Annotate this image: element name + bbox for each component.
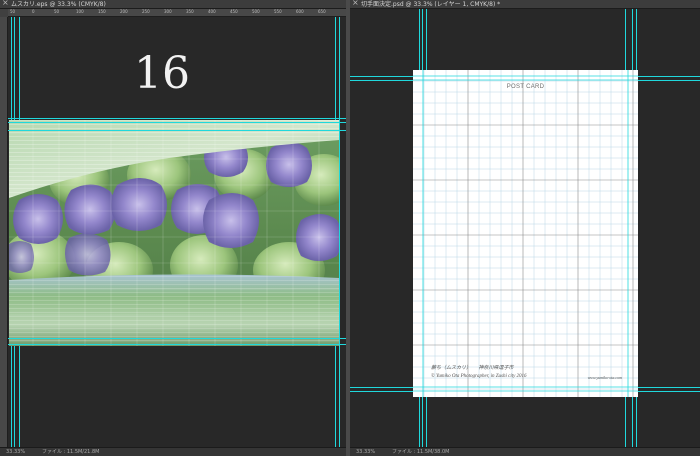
zoom-level[interactable]: 33.33% — [356, 448, 375, 456]
guide-horizontal[interactable] — [8, 118, 346, 119]
zoom-level[interactable]: 33.33% — [6, 448, 25, 456]
postcard-header: POST CARD — [506, 84, 545, 90]
ruler-tick-label: 50 — [54, 9, 60, 14]
ruler-tick-label: 600 — [296, 9, 304, 14]
ruler-tick-label: 350 — [186, 9, 194, 14]
muscari-photo — [9, 120, 339, 346]
ruler-tick-label: 550 — [274, 9, 282, 14]
document-tab-left[interactable]: × ムスカリ.eps @ 33.3% (CMYK/8) — [0, 0, 346, 9]
postcard-canvas[interactable]: POST CARD 蕨ち（ムスカリ） 神奈川県逗子市 © Yumiko Ota … — [413, 70, 638, 397]
photo-caption: 蕨ち（ムスカリ） 神奈川県逗子市 — [431, 366, 514, 371]
ruler-tick-label: 150 — [98, 9, 106, 14]
ruler-tick-label: 250 — [142, 9, 150, 14]
postcard-grid — [413, 70, 638, 397]
guide-horizontal[interactable] — [8, 122, 346, 123]
guide-horizontal[interactable] — [8, 130, 346, 131]
guide-horizontal[interactable] — [8, 344, 346, 345]
file-size-info[interactable]: ファイル : 11.5M/21.8M — [42, 448, 99, 456]
ruler-tick-label: 400 — [208, 9, 216, 14]
ruler-tick-label: 500 — [252, 9, 260, 14]
ruler-tick-label: 50 — [10, 9, 16, 14]
page-number: 16 — [134, 48, 190, 99]
document-tab-right[interactable]: × 切手面決定.psd @ 33.3% (レイヤー 1, CMYK/8) * — [350, 0, 700, 9]
ruler-tick-label: 100 — [76, 9, 84, 14]
file-size-info[interactable]: ファイル : 11.5M/38.0M — [392, 448, 449, 456]
status-bar: 33.33% ファイル : 11.5M/21.8M — [0, 447, 346, 456]
vertical-ruler[interactable] — [0, 17, 8, 447]
copyright-line: © Yumiko Ota Photographer, in Zushi city… — [431, 374, 527, 379]
close-tab-icon[interactable]: × — [352, 0, 359, 7]
ruler-tick-label: 0 — [32, 9, 35, 14]
document-tab-title[interactable]: ムスカリ.eps @ 33.3% (CMYK/8) — [11, 0, 106, 9]
ruler-tick-label: 300 — [164, 9, 172, 14]
guide-vertical[interactable] — [339, 17, 340, 447]
document-tab-title[interactable]: 切手面決定.psd @ 33.3% (レイヤー 1, CMYK/8) * — [361, 0, 500, 9]
document-window-left[interactable]: × ムスカリ.eps @ 33.3% (CMYK/8) 50 0 50 100 150 2… — [0, 0, 346, 456]
website-url: www.yumiko-ota.com — [587, 375, 622, 380]
ruler-tick-label: 200 — [120, 9, 128, 14]
ruler-tick-label: 650 — [318, 9, 326, 14]
close-tab-icon[interactable]: × — [2, 0, 9, 7]
status-bar: 33.33% ファイル : 11.5M/38.0M — [350, 447, 700, 456]
ruler-tick-label: 450 — [230, 9, 238, 14]
horizontal-ruler[interactable]: 50 0 50 100 150 200 250 300 350 400 450 500 550 600 65… — [8, 9, 346, 17]
ruler-origin[interactable] — [0, 9, 8, 17]
guide-horizontal[interactable] — [8, 338, 346, 339]
